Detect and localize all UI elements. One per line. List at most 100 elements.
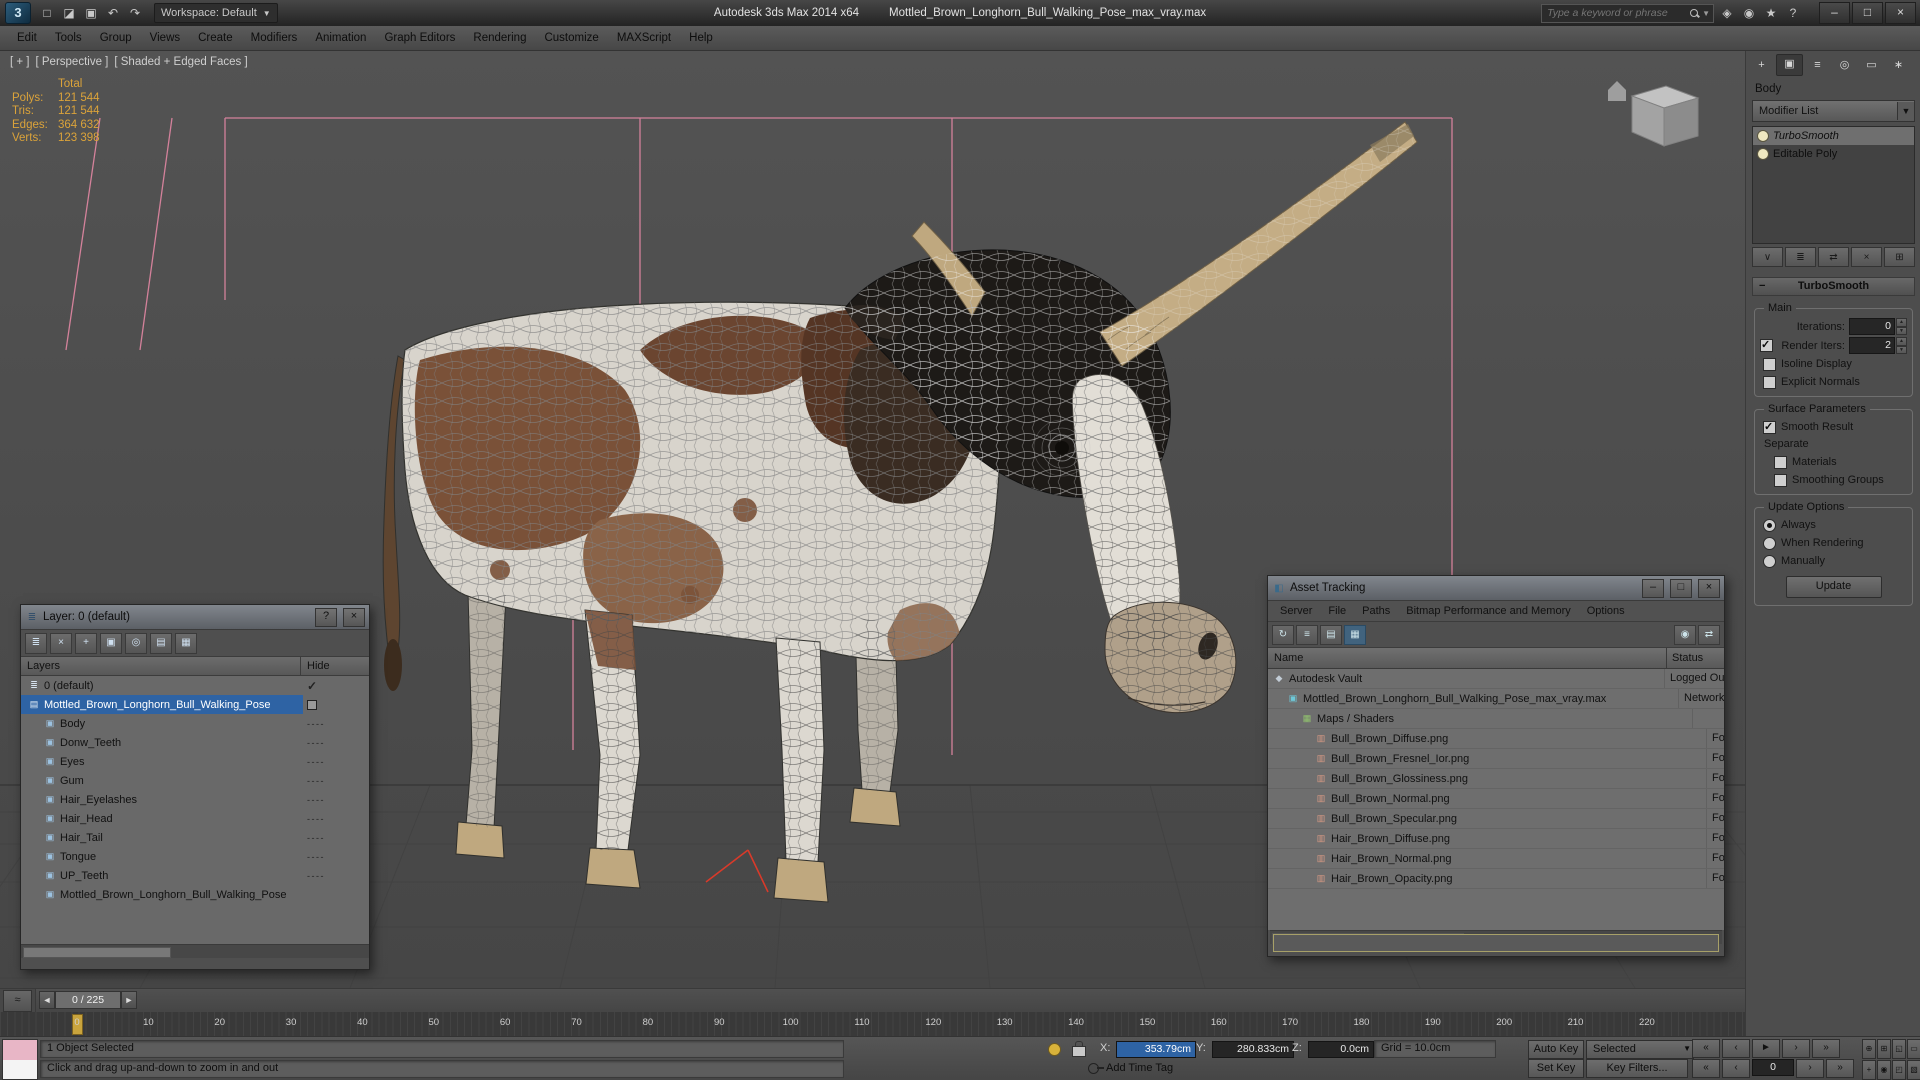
create-tab[interactable]: + <box>1749 55 1774 75</box>
search-icon[interactable] <box>1689 8 1700 19</box>
menu-item-edit[interactable]: Edit <box>8 26 46 50</box>
next-frame-button[interactable]: › <box>1782 1039 1810 1058</box>
layer-row[interactable]: ▣ Hair_Head ---- <box>21 809 369 828</box>
asset-menu-bitmap-performance-and-memory[interactable]: Bitmap Performance and Memory <box>1398 601 1578 621</box>
maximize-viewport-toggle-icon[interactable]: ◰ <box>1892 1060 1906 1080</box>
spinner-arrows-icon[interactable]: ▲ ▼ <box>1896 337 1907 354</box>
menu-item-modifiers[interactable]: Modifiers <box>242 26 307 50</box>
menu-item-group[interactable]: Group <box>91 26 141 50</box>
play-button[interactable]: ► <box>1752 1039 1780 1058</box>
asset-row[interactable]: ◆ Autodesk Vault Logged Ou <box>1268 669 1724 689</box>
set-key-button[interactable]: Set Key <box>1528 1059 1584 1078</box>
thumbnail-view-icon[interactable]: ▦ <box>1344 624 1366 645</box>
next-frame-arrow-icon[interactable]: ► <box>121 991 137 1009</box>
layer-hide-cell[interactable] <box>303 699 369 710</box>
asset-row[interactable]: ▥ Bull_Brown_Glossiness.png Found <box>1268 769 1724 789</box>
layer-row[interactable]: ▣ Tongue ---- <box>21 847 369 866</box>
motion-tab[interactable]: ◎ <box>1832 55 1857 75</box>
details-view-icon[interactable]: ≡ <box>1296 624 1318 645</box>
new-scene-icon[interactable]: □ <box>37 4 57 22</box>
menu-item-tools[interactable]: Tools <box>46 26 91 50</box>
menu-item-views[interactable]: Views <box>141 26 189 50</box>
modifier-stack-row[interactable]: TurboSmooth <box>1753 127 1914 145</box>
time-slider-track[interactable]: ◄ 0 / 225 ► <box>35 989 1745 1013</box>
previous-frame-arrow-icon[interactable]: ◄ <box>39 991 55 1009</box>
save-file-icon[interactable]: ▣ <box>81 4 101 22</box>
modifier-enable-bulb-icon[interactable] <box>1757 130 1769 142</box>
hide-layer-icon[interactable]: ▤ <box>150 632 172 654</box>
layer-row[interactable]: ▣ Eyes ---- <box>21 752 369 771</box>
layer-hide-cell[interactable]: ---- <box>303 852 369 862</box>
modifier-list-dropdown[interactable]: Modifier List ▼ <box>1752 100 1915 122</box>
remove-modifier-icon[interactable]: × <box>1851 247 1882 267</box>
modify-tab[interactable]: ▣ <box>1776 53 1803 76</box>
layer-row[interactable]: ≣ 0 (default) ✓ <box>21 676 369 695</box>
menu-item-graph-editors[interactable]: Graph Editors <box>375 26 464 50</box>
menu-item-customize[interactable]: Customize <box>535 26 607 50</box>
asset-row[interactable]: ▥ Hair_Brown_Normal.png Found <box>1268 849 1724 869</box>
search-options-arrow-icon[interactable]: ▼ <box>1702 9 1710 18</box>
isolate-selection-icon[interactable] <box>1048 1043 1061 1056</box>
asset-tracking-titlebar[interactable]: ◧ Asset Tracking – □ × <box>1268 576 1724 601</box>
layer-hide-cell[interactable]: ✓ <box>303 679 369 693</box>
previous-frame-button[interactable]: ‹ <box>1722 1039 1750 1058</box>
maximize-button[interactable]: □ <box>1852 2 1883 24</box>
materials-checkbox[interactable] <box>1774 455 1787 469</box>
go-to-end-key-button[interactable]: » <box>1826 1059 1854 1078</box>
layer-hide-cell[interactable]: ---- <box>303 833 369 843</box>
layer-hide-cell[interactable]: ---- <box>303 871 369 881</box>
viewport-pov-menu[interactable]: [ Perspective ] <box>36 56 109 68</box>
layer-row[interactable]: ▣ Mottled_Brown_Longhorn_Bull_Walking_Pos… <box>21 885 369 904</box>
asset-row[interactable]: ▥ Bull_Brown_Normal.png Found <box>1268 789 1724 809</box>
workspace-dropdown[interactable]: Workspace: Default ▼ <box>154 3 278 23</box>
asset-menu-options[interactable]: Options <box>1579 601 1633 621</box>
refresh-icon[interactable]: ↻ <box>1272 624 1294 645</box>
time-slider-frame-label[interactable]: 0 / 225 <box>55 991 121 1009</box>
layer-row[interactable]: ▣ Hair_Tail ---- <box>21 828 369 847</box>
asset-row[interactable]: ▥ Bull_Brown_Diffuse.png Found <box>1268 729 1724 749</box>
set-current-layer-icon[interactable]: ◎ <box>125 632 147 654</box>
go-to-start-button[interactable]: « <box>1692 1039 1720 1058</box>
go-to-end-button[interactable]: » <box>1812 1039 1840 1058</box>
field-of-view-icon[interactable]: ▧ <box>1907 1060 1920 1080</box>
asset-menu-paths[interactable]: Paths <box>1354 601 1398 621</box>
radio-when-rendering[interactable] <box>1763 536 1776 550</box>
pan-icon[interactable]: + <box>1862 1060 1876 1080</box>
zoom-extents-icon[interactable]: ◱ <box>1892 1039 1906 1059</box>
table-view-icon[interactable]: ▤ <box>1320 624 1342 645</box>
layer-dialog-titlebar[interactable]: ≣ Layer: 0 (default) ? × <box>21 605 369 630</box>
smoothing-groups-checkbox[interactable] <box>1774 473 1787 487</box>
layer-hide-cell[interactable]: ---- <box>303 757 369 767</box>
add-time-tag[interactable]: Add Time Tag <box>1106 1062 1173 1074</box>
layer-hide-cell[interactable]: ---- <box>303 795 369 805</box>
undo-icon[interactable]: ↶ <box>103 4 123 22</box>
close-button[interactable]: × <box>1698 578 1720 598</box>
layer-hide-cell[interactable]: ---- <box>303 738 369 748</box>
layers-column-header[interactable]: Layers <box>21 657 301 675</box>
communication-center-icon[interactable]: ◉ <box>1739 4 1759 22</box>
modifier-enable-bulb-icon[interactable] <box>1757 148 1769 160</box>
explicit-normals-checkbox[interactable] <box>1763 375 1776 389</box>
smooth-result-checkbox[interactable] <box>1763 420 1776 434</box>
isoline-display-checkbox[interactable] <box>1763 357 1776 371</box>
layer-row[interactable]: ▤ Mottled_Brown_Longhorn_Bull_Walking_Pos… <box>21 695 369 714</box>
close-button[interactable]: × <box>343 607 365 627</box>
layer-hide-cell[interactable]: ---- <box>303 719 369 729</box>
layer-row[interactable]: ▣ Donw_Teeth ---- <box>21 733 369 752</box>
iterations-spinner[interactable]: 0 <box>1849 318 1895 335</box>
delete-layer-icon[interactable]: × <box>50 632 72 654</box>
hide-column-header[interactable]: Hide <box>301 657 369 675</box>
time-slider-handle[interactable]: ◄ 0 / 225 ► <box>39 991 137 1009</box>
render-iters-spinner[interactable]: 2 <box>1849 337 1895 354</box>
radio-manually[interactable] <box>1763 554 1776 568</box>
asset-row[interactable]: ▣ Mottled_Brown_Longhorn_Bull_Walking_Pos… <box>1268 689 1724 709</box>
app-menu-button[interactable]: 3 <box>5 2 31 24</box>
zoom-icon[interactable]: ⊕ <box>1862 1039 1876 1059</box>
search-input[interactable] <box>1545 6 1688 20</box>
radio-always[interactable] <box>1763 518 1776 532</box>
configure-modifier-sets-icon[interactable]: ⊞ <box>1884 247 1915 267</box>
current-layer-toggle[interactable] <box>307 699 317 710</box>
network-paths-icon[interactable]: ◉ <box>1674 624 1696 645</box>
layer-row[interactable]: ▣ Gum ---- <box>21 771 369 790</box>
asset-menu-server[interactable]: Server <box>1272 601 1320 621</box>
